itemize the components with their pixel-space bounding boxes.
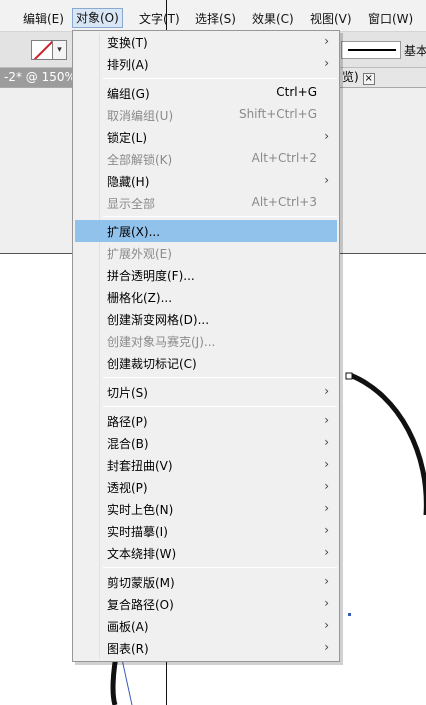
anchor-point — [348, 613, 351, 616]
menu-item-envelope-distort[interactable]: 封套扭曲(V) › — [75, 454, 337, 476]
chevron-right-icon: › — [324, 574, 329, 588]
menu-item-flatten-transparency[interactable]: 拼合透明度(F)... — [75, 264, 337, 286]
menu-item-group[interactable]: 编组(G) Ctrl+G — [75, 82, 337, 104]
chevron-right-icon: › — [324, 640, 329, 654]
chevron-right-icon: › — [324, 413, 329, 427]
menu-item-create-gradient-mesh[interactable]: 创建渐变网格(D)... — [75, 308, 337, 330]
chevron-right-icon: › — [324, 479, 329, 493]
menu-item-live-paint[interactable]: 实时上色(N) › — [75, 498, 337, 520]
menu-select[interactable]: 选择(S) — [192, 10, 239, 28]
menu-item-create-object-mosaic[interactable]: 创建对象马赛克(J)... — [75, 330, 337, 352]
menu-item-path[interactable]: 路径(P) › — [75, 410, 337, 432]
artwork-arc — [349, 372, 426, 515]
menu-item-live-trace[interactable]: 实时描摹(I) › — [75, 520, 337, 542]
menu-item-rasterize[interactable]: 栅格化(Z)... — [75, 286, 337, 308]
chevron-right-icon: › — [324, 435, 329, 449]
menu-item-graph[interactable]: 图表(R) › — [75, 637, 337, 659]
menu-window[interactable]: 窗口(W) — [365, 10, 416, 28]
menu-item-create-crop-marks[interactable]: 创建裁切标记(C) — [75, 352, 337, 374]
chevron-right-icon: › — [324, 173, 329, 187]
menu-edit[interactable]: 编辑(E) — [20, 10, 67, 28]
menu-item-compound-path[interactable]: 复合路径(O) › — [75, 593, 337, 615]
menu-item-expand-appearance[interactable]: 扩展外观(E) — [75, 242, 337, 264]
menu-effect[interactable]: 效果(C) — [249, 10, 297, 28]
object-menu-dropdown: 变换(T) › 排列(A) › 编组(G) Ctrl+G 取消编组(U) Shi… — [72, 30, 340, 662]
menu-item-artboards[interactable]: 画板(A) › — [75, 615, 337, 637]
chevron-right-icon: › — [324, 34, 329, 48]
menu-item-clipping-mask[interactable]: 剪切蒙版(M) › — [75, 571, 337, 593]
chevron-right-icon: › — [324, 384, 329, 398]
stroke-style-label: 基本 — [404, 44, 426, 58]
chevron-right-icon: › — [324, 56, 329, 70]
chevron-right-icon: › — [324, 129, 329, 143]
stroke-color-swatch[interactable] — [31, 40, 53, 60]
chevron-right-icon: › — [324, 457, 329, 471]
menu-separator — [103, 78, 337, 79]
menu-item-unlock-all[interactable]: 全部解锁(K) Alt+Ctrl+2 — [75, 148, 337, 170]
menu-view[interactable]: 视图(V) — [307, 10, 355, 28]
menu-item-hide[interactable]: 隐藏(H) › — [75, 170, 337, 192]
menu-type[interactable]: 文字(T) — [136, 10, 183, 28]
document-tab[interactable]: -2* @ 150% — [0, 68, 80, 87]
menu-item-text-wrap[interactable]: 文本绕排(W) › — [75, 542, 337, 564]
menu-item-transform[interactable]: 变换(T) › — [75, 31, 337, 53]
close-icon[interactable]: × — [362, 73, 375, 85]
menu-separator — [103, 216, 337, 217]
tab-title: 览) — [342, 70, 359, 84]
menu-item-lock[interactable]: 锁定(L) › — [75, 126, 337, 148]
menu-item-expand[interactable]: 扩展(X)... — [75, 220, 337, 242]
menu-item-perspective[interactable]: 透视(P) › — [75, 476, 337, 498]
menu-item-arrange[interactable]: 排列(A) › — [75, 53, 337, 75]
menu-object[interactable]: 对象(O) — [72, 8, 123, 28]
chevron-right-icon: › — [324, 545, 329, 559]
chevron-right-icon: › — [324, 596, 329, 610]
menu-separator — [103, 406, 337, 407]
menu-item-slice[interactable]: 切片(S) › — [75, 381, 337, 403]
menu-item-blend[interactable]: 混合(B) › — [75, 432, 337, 454]
menu-separator — [103, 567, 337, 568]
chevron-right-icon: › — [324, 618, 329, 632]
menu-item-ungroup[interactable]: 取消编组(U) Shift+Ctrl+G — [75, 104, 337, 126]
chevron-right-icon: › — [324, 523, 329, 537]
menu-bar: 编辑(E) 对象(O) 文字(T) 选择(S) 效果(C) 视图(V) 窗口(W… — [0, 0, 426, 32]
stroke-style-preview[interactable] — [341, 41, 401, 59]
menu-item-show-all[interactable]: 显示全部 Alt+Ctrl+3 — [75, 192, 337, 214]
chevron-down-icon[interactable]: ▾ — [53, 40, 67, 60]
menu-separator — [103, 377, 337, 378]
document-tab-preview[interactable]: 览) × — [338, 68, 426, 87]
anchor-point — [345, 372, 353, 380]
chevron-right-icon: › — [324, 501, 329, 515]
